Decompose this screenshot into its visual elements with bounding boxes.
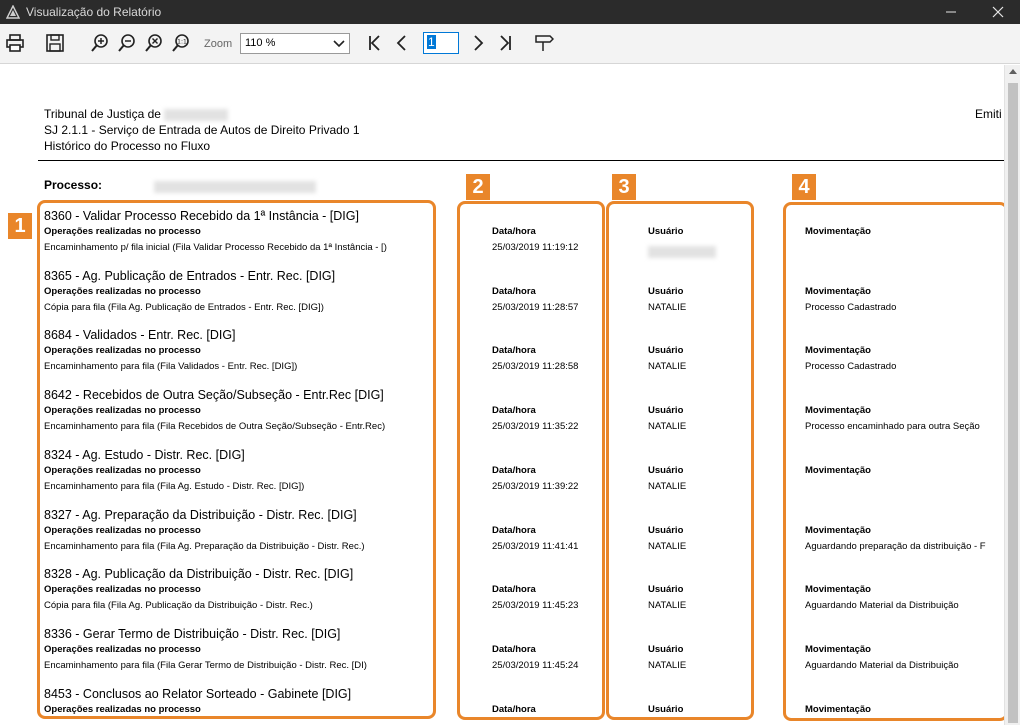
prev-page-button[interactable] — [391, 32, 413, 54]
scrollbar-thumb[interactable] — [1008, 83, 1018, 723]
last-page-icon — [500, 35, 511, 51]
window-title: Visualização do Relatório — [26, 5, 162, 19]
report-emitido: Emiti — [975, 107, 1002, 121]
annotation-badge-1: 1 — [8, 213, 32, 239]
next-page-icon — [474, 35, 484, 51]
processo-number-redacted — [154, 181, 316, 193]
annotation-box-4 — [783, 202, 1004, 721]
last-page-button[interactable] — [494, 32, 516, 54]
print-icon — [6, 34, 24, 52]
zoom-actual-button[interactable]: 1:1 — [170, 32, 192, 54]
annotation-box-1 — [37, 200, 436, 719]
next-page-button[interactable] — [467, 32, 489, 54]
minimize-icon — [946, 11, 956, 13]
annotation-box-2 — [457, 201, 605, 720]
header-divider — [38, 160, 1004, 161]
zoom-fit-icon — [145, 34, 162, 52]
zoom-in-button[interactable] — [89, 32, 111, 54]
print-button[interactable] — [4, 32, 26, 54]
report-header-history: Histórico do Processo no Fluxo — [44, 139, 211, 153]
close-button[interactable] — [976, 0, 1020, 24]
report-header-court: Tribunal de Justiça de — [44, 107, 229, 121]
zoom-out-button[interactable] — [116, 32, 138, 54]
zoom-fit-button[interactable] — [143, 32, 165, 54]
svg-text:1:1: 1:1 — [177, 39, 187, 46]
zoom-in-icon — [91, 34, 108, 52]
vertical-scrollbar[interactable] — [1004, 65, 1020, 725]
processo-label: Processo: — [44, 178, 103, 192]
close-icon — [992, 6, 1004, 18]
report-viewport: Tribunal de Justiça de SJ 2.1.1 - Serviç… — [0, 65, 1004, 725]
toolbar: 1:1 Zoom 110 % 1 — [0, 24, 1020, 64]
annotation-badge-3: 3 — [612, 174, 636, 200]
scroll-up-icon[interactable] — [1009, 69, 1017, 74]
zoom-value: 110 % — [245, 37, 276, 49]
annotation-badge-4: 4 — [792, 174, 816, 200]
zoom-select[interactable]: 110 % — [240, 33, 350, 54]
prev-page-icon — [396, 35, 406, 51]
save-icon — [46, 34, 64, 52]
zoom-out-icon — [118, 34, 135, 52]
title-bar: Visualização do Relatório — [0, 0, 1020, 24]
zoom-label: Zoom — [204, 38, 233, 50]
app-logo-icon — [6, 5, 20, 19]
page-number-input[interactable]: 1 — [423, 32, 459, 54]
annotation-box-3 — [606, 201, 754, 720]
minimize-button[interactable] — [929, 0, 973, 24]
export-icon — [535, 35, 554, 51]
zoom-actual-icon: 1:1 — [172, 34, 189, 52]
first-page-button[interactable] — [364, 32, 386, 54]
first-page-icon — [369, 35, 380, 51]
page-number-value: 1 — [427, 35, 436, 49]
export-button[interactable] — [533, 32, 555, 54]
report-header-service: SJ 2.1.1 - Serviço de Entrada de Autos d… — [44, 123, 360, 137]
chevron-down-icon — [333, 40, 345, 48]
annotation-badge-2: 2 — [466, 174, 490, 200]
save-button[interactable] — [44, 32, 66, 54]
